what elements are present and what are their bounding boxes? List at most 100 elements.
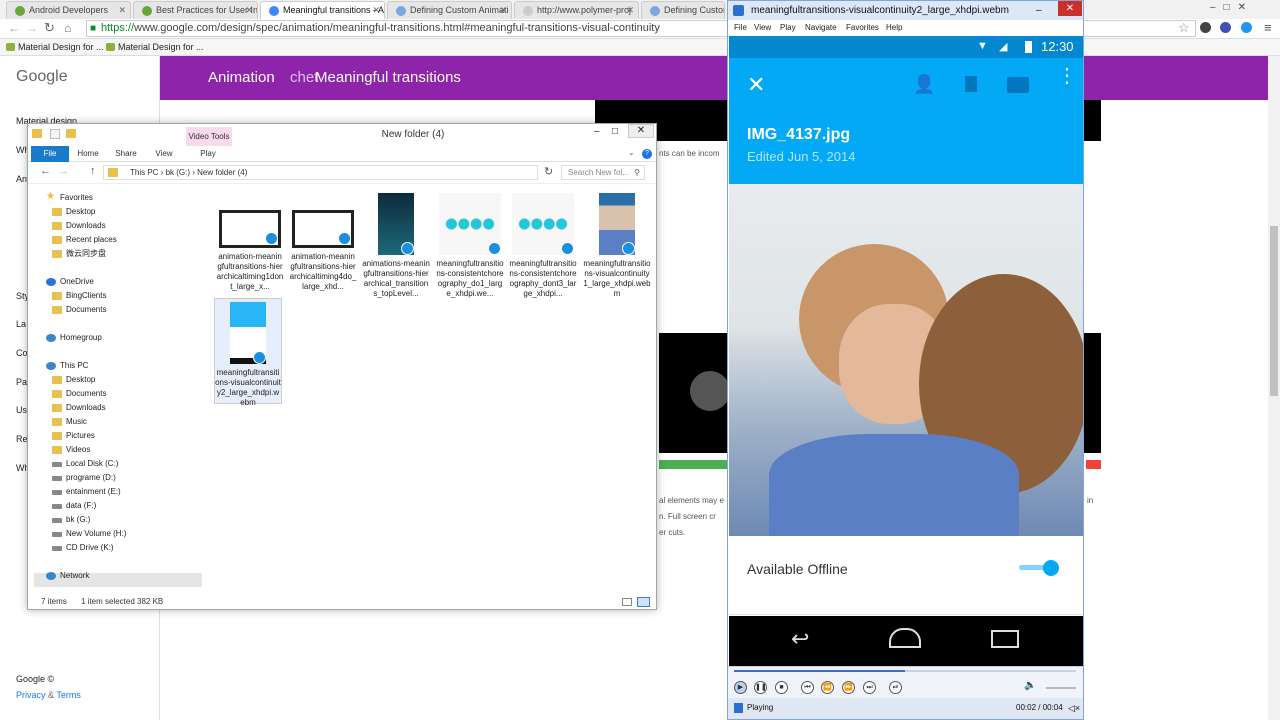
file-item[interactable]: meaningfultransitions-consistentchoreogr… bbox=[509, 190, 577, 298]
tree-item[interactable]: Desktop bbox=[52, 205, 95, 219]
tree-item[interactable]: New Volume (H:) bbox=[52, 527, 126, 541]
back-arrow-icon[interactable]: ← bbox=[40, 165, 51, 177]
menu-favorites[interactable]: Favorites bbox=[846, 20, 879, 36]
tree-item[interactable]: Pictures bbox=[52, 429, 95, 443]
tree-item[interactable]: Downloads bbox=[52, 401, 106, 415]
tree-item[interactable]: Videos bbox=[52, 443, 90, 457]
scrollbar-thumb[interactable] bbox=[1270, 226, 1278, 396]
tab-share[interactable]: Share bbox=[110, 146, 142, 162]
up-arrow-icon[interactable]: ↑ bbox=[90, 165, 96, 177]
file-item[interactable]: animation-meaningfultransitions-hierarch… bbox=[289, 190, 357, 296]
terms-link[interactable]: Terms bbox=[56, 690, 81, 700]
file-item[interactable]: meaningfultransitions-visualcontinuity2_… bbox=[214, 298, 282, 407]
header-section[interactable]: Animation bbox=[208, 69, 275, 86]
breadcrumb-folder[interactable]: New folder (4) bbox=[197, 168, 247, 177]
menu-view[interactable]: View bbox=[754, 20, 771, 36]
menu-navigate[interactable]: Navigate bbox=[805, 20, 837, 36]
file-item[interactable]: animation-meaningfultransitions-hierarch… bbox=[216, 190, 284, 296]
close-icon[interactable]: ✕ bbox=[245, 2, 253, 18]
breadcrumb-this-pc[interactable]: This PC bbox=[130, 168, 158, 177]
refresh-icon[interactable]: ↻ bbox=[544, 165, 553, 178]
tree-item[interactable]: bk (G:) bbox=[52, 513, 90, 527]
tab-play[interactable]: Play bbox=[192, 146, 224, 162]
tab-meaningful-transitions[interactable]: Meaningful transitions - A ✕ bbox=[260, 1, 385, 19]
tab-defining-custom-animations[interactable]: Defining Custom Animati ✕ bbox=[387, 1, 512, 19]
help-icon[interactable]: ? bbox=[642, 149, 652, 159]
details-view-icon[interactable] bbox=[622, 598, 632, 606]
tree-item[interactable]: OneDrive bbox=[46, 275, 94, 289]
tree-item[interactable]: Local Disk (C:) bbox=[52, 457, 118, 471]
nav-item[interactable]: Us bbox=[16, 405, 27, 415]
tree-item[interactable]: Documents bbox=[52, 303, 106, 317]
file-item[interactable]: animations-meaningfultransitions-hierarc… bbox=[362, 190, 430, 298]
nav-item[interactable]: Pa bbox=[16, 377, 27, 387]
tree-item[interactable]: BingClients bbox=[52, 289, 106, 303]
tree-item[interactable]: Desktop bbox=[52, 373, 95, 387]
minimize-icon[interactable]: – bbox=[594, 126, 600, 137]
new-folder-icon[interactable] bbox=[66, 129, 76, 138]
maximize-icon[interactable]: □ bbox=[612, 126, 618, 137]
tree-item[interactable]: Network bbox=[46, 569, 89, 583]
close-icon[interactable]: ✕ bbox=[118, 2, 126, 18]
tree-item[interactable]: CD Drive (K:) bbox=[52, 541, 114, 555]
play-button[interactable]: ▶ bbox=[734, 681, 747, 694]
minimize-icon[interactable]: – bbox=[1036, 1, 1042, 20]
volume-slider[interactable] bbox=[1046, 687, 1076, 689]
volume-icon[interactable]: 🔈 bbox=[1024, 680, 1036, 691]
tree-item[interactable]: programe (D:) bbox=[52, 471, 116, 485]
nav-item[interactable]: An bbox=[16, 174, 27, 184]
privacy-link[interactable]: Privacy bbox=[16, 690, 46, 700]
tab-android-developers[interactable]: Android Developers ✕ bbox=[6, 1, 131, 19]
tree-item[interactable]: 微云同步盘 bbox=[52, 247, 106, 261]
large-icons-view-icon[interactable] bbox=[637, 597, 650, 607]
close-icon[interactable]: ✕ bbox=[628, 124, 654, 138]
search-input[interactable]: Search New fol... ⚲ bbox=[561, 165, 645, 180]
properties-icon[interactable] bbox=[50, 129, 60, 139]
back-arrow-icon[interactable]: ← bbox=[8, 21, 20, 35]
nav-item[interactable]: Re bbox=[16, 434, 28, 444]
tree-item[interactable]: Favorites bbox=[46, 190, 93, 205]
rewind-button[interactable]: ⏪ bbox=[821, 681, 834, 694]
file-item[interactable]: meaningfultransitions-consistentchoreogr… bbox=[436, 190, 504, 298]
next-button[interactable]: ⏭ bbox=[863, 681, 876, 694]
bookmark-item[interactable]: Material Design for ... bbox=[4, 39, 104, 55]
fast-forward-button[interactable]: ⏩ bbox=[842, 681, 855, 694]
close-icon[interactable]: ✕ bbox=[372, 2, 380, 18]
tab-polymer-project[interactable]: http://www.polymer-proj ✕ bbox=[514, 1, 639, 19]
chevron-down-icon[interactable]: ⌄ bbox=[628, 148, 635, 157]
path-input[interactable]: This PC › bk (G:) › New folder (4) bbox=[103, 165, 538, 180]
tab-view[interactable]: View bbox=[148, 146, 180, 162]
tree-item[interactable]: Homegroup bbox=[46, 331, 102, 345]
bookmark-item[interactable]: Material Design for ... bbox=[104, 39, 204, 55]
tab-defining-custom[interactable]: Defining Custom bbox=[641, 1, 725, 19]
tab-best-practices[interactable]: Best Practices for User Int ✕ bbox=[133, 1, 258, 19]
menu-icon[interactable]: ≡ bbox=[1264, 20, 1272, 35]
menu-help[interactable]: Help bbox=[886, 20, 902, 36]
star-icon[interactable]: ☆ bbox=[1178, 20, 1190, 36]
menu-file[interactable]: File bbox=[734, 20, 747, 36]
tree-item[interactable]: Downloads bbox=[52, 219, 106, 233]
breadcrumb-drive[interactable]: bk (G:) bbox=[166, 168, 190, 177]
mute-icon[interactable]: ◁× bbox=[1068, 698, 1080, 718]
nav-item[interactable]: La bbox=[16, 319, 26, 329]
forward-arrow-icon[interactable]: → bbox=[26, 21, 38, 35]
close-icon[interactable]: ✕ bbox=[1058, 1, 1082, 16]
forward-arrow-icon[interactable]: → bbox=[58, 165, 69, 177]
nav-item[interactable]: Co bbox=[16, 348, 28, 358]
stop-button[interactable]: ■ bbox=[775, 681, 788, 694]
close-icon[interactable]: ✕ bbox=[499, 2, 507, 18]
tree-item[interactable]: Documents bbox=[52, 387, 106, 401]
tab-file[interactable]: File bbox=[31, 146, 69, 162]
extension-icon[interactable] bbox=[1220, 22, 1231, 33]
extension-icon[interactable] bbox=[1200, 22, 1211, 33]
file-item[interactable]: meaningfultransitions-visualcontinuity1_… bbox=[583, 190, 651, 298]
tab-home[interactable]: Home bbox=[72, 146, 104, 162]
play-icon[interactable] bbox=[690, 371, 730, 411]
page-scrollbar[interactable] bbox=[1268, 56, 1280, 720]
home-icon[interactable]: ⌂ bbox=[64, 21, 71, 35]
tree-item[interactable]: This PC bbox=[46, 359, 88, 373]
tree-item[interactable]: entainment (E:) bbox=[52, 485, 121, 499]
tree-item[interactable]: Music bbox=[52, 415, 87, 429]
close-icon[interactable]: ✕ bbox=[626, 2, 634, 18]
pause-button[interactable]: ❚❚ bbox=[754, 681, 767, 694]
